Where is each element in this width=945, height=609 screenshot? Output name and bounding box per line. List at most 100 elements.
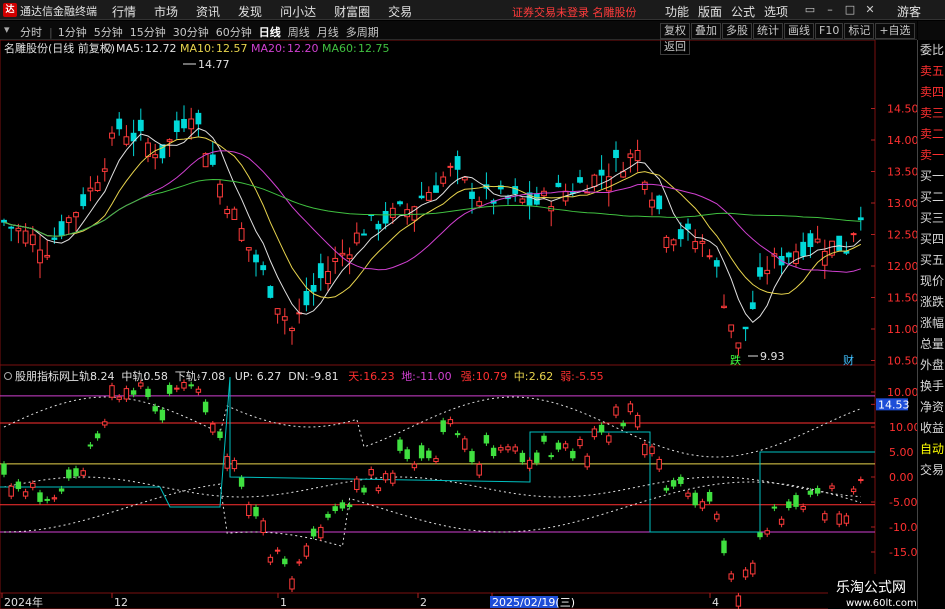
indicator-candle (116, 396, 122, 400)
toolbar-button[interactable]: 叠加 (691, 23, 721, 39)
period-tab[interactable]: 1分钟 (58, 24, 87, 40)
toolbar-button[interactable]: 复权 (660, 23, 690, 39)
sidebar-item[interactable]: 买四 (918, 229, 945, 250)
indicator-candle (440, 420, 446, 433)
indicator-ytick-label: 0.00 (889, 471, 914, 484)
toolbar-button[interactable]: F10 (815, 23, 844, 39)
candle-body (123, 136, 130, 145)
sidebar-item[interactable]: 买三 (918, 208, 945, 229)
menu-item[interactable]: 资讯 (196, 3, 220, 20)
menu-item[interactable]: 市场 (154, 3, 178, 20)
toolbar-button[interactable]: 多股 (722, 23, 752, 39)
sidebar-item[interactable]: 总量 (918, 334, 945, 355)
period-tab[interactable]: 多周期 (346, 24, 379, 40)
restore-icon[interactable]: ▭ (800, 3, 820, 16)
indicator-settings-icon[interactable] (4, 372, 12, 380)
sidebar-item[interactable]: 现价 (918, 271, 945, 292)
candle-body (87, 187, 94, 192)
indicator-ytick-label: 5.00 (889, 446, 914, 459)
indicator-candle (498, 447, 504, 451)
sidebar-item[interactable]: 净资 (918, 397, 945, 418)
sidebar-item[interactable]: 收益 (918, 418, 945, 439)
candle-body (15, 227, 22, 232)
indicator-candle (217, 431, 223, 438)
right-menu-item[interactable]: 版面 (698, 3, 722, 20)
sidebar-item[interactable]: 外盘 (918, 355, 945, 376)
sidebar-item[interactable]: 买一 (918, 166, 945, 187)
candle-body (339, 252, 346, 256)
toolbar-button[interactable]: 画线 (784, 23, 814, 39)
sidebar-item[interactable]: 自动 (918, 439, 945, 460)
candle-body (627, 153, 634, 159)
kline-chart[interactable]: 名雕股份(日线 前复权) MA5: 12.72 MA10: 12.57 MA20: 12.2… (0, 40, 917, 609)
period-tab[interactable]: 分时 (20, 24, 42, 40)
indicator-candle (577, 438, 583, 447)
candle-body (188, 118, 195, 130)
sidebar-item[interactable]: 卖三 (918, 103, 945, 124)
app-logo-icon: 达 (3, 3, 17, 17)
indicator-candle (282, 558, 288, 565)
period-tab[interactable]: 5分钟 (94, 24, 123, 40)
chevron-down-icon[interactable]: ▾ (4, 23, 10, 36)
ytick-label: 13.00 (887, 197, 917, 210)
indicator-label: 强: (461, 370, 476, 383)
toolbar-button[interactable]: 统计 (753, 23, 783, 39)
indicator-candle (750, 562, 756, 575)
period-tab[interactable]: 30分钟 (173, 24, 209, 40)
indicator-candle (800, 506, 806, 510)
right-menu-item[interactable]: 公式 (731, 3, 755, 20)
ytick-label: 13.50 (887, 166, 917, 179)
sidebar-item[interactable]: 涨幅 (918, 313, 945, 334)
indicator-candle (850, 488, 857, 493)
candle-body (217, 183, 223, 198)
minimize-icon[interactable]: – (820, 3, 840, 16)
period-tab[interactable]: 60分钟 (216, 24, 252, 40)
menu-item[interactable]: 交易 (388, 3, 412, 20)
indicator-candle (332, 506, 338, 512)
candle-body (325, 271, 331, 285)
toolbar-button[interactable]: 标记 (844, 23, 875, 39)
sidebar-item[interactable]: 涨跌 (918, 292, 945, 313)
sidebar-item[interactable]: 卖一 (918, 145, 945, 166)
period-tab[interactable]: 日线 (259, 24, 281, 40)
candle-body (1, 219, 7, 223)
candle-body (476, 201, 483, 207)
toolbar-button[interactable]: +自选 (875, 23, 915, 39)
indicator-candle (822, 513, 828, 521)
candle-body (440, 176, 447, 184)
indicator-candle (210, 423, 216, 433)
indicator-candle (246, 504, 252, 516)
indicator-candle (519, 452, 526, 463)
ma-label: MA20: (251, 42, 286, 55)
period-tab[interactable]: 周线 (288, 24, 310, 40)
event-mark-fall: 跌 (730, 353, 741, 367)
sidebar-item[interactable]: 委比 (918, 40, 945, 61)
menu-item[interactable]: 发现 (238, 3, 262, 20)
sidebar-item[interactable]: 卖五 (918, 61, 945, 82)
sidebar-item[interactable]: 交易 (918, 460, 945, 481)
indicator-candle (512, 446, 518, 452)
maximize-icon[interactable]: □ (840, 3, 860, 16)
indicator-candle (670, 480, 677, 487)
candle-body (764, 269, 771, 275)
sidebar-item[interactable]: 买五 (918, 250, 945, 271)
period-tab[interactable]: 月线 (317, 24, 339, 40)
sidebar-item[interactable]: 卖四 (918, 82, 945, 103)
indicator-label: UP: (235, 370, 253, 383)
right-menu-item[interactable]: 功能 (665, 3, 689, 20)
candle-body (209, 154, 216, 165)
right-menu-item[interactable]: 选项 (764, 3, 788, 20)
indicator-candle (483, 435, 490, 444)
guest-label[interactable]: 游客 (897, 3, 921, 20)
menu-item[interactable]: 财富圈 (334, 3, 370, 20)
close-icon[interactable]: ✕ (860, 3, 880, 16)
indicator-ytick-label: 14.53 (878, 398, 910, 411)
period-tab[interactable]: 15分钟 (130, 24, 166, 40)
menu-item[interactable]: 问小达 (280, 3, 316, 20)
indicator-candle (656, 458, 662, 470)
login-notice[interactable]: 证券交易未登录 名雕股份 (512, 4, 637, 20)
sidebar-item[interactable]: 买二 (918, 187, 945, 208)
menu-item[interactable]: 行情 (112, 3, 136, 20)
sidebar-item[interactable]: 换手 (918, 376, 945, 397)
sidebar-item[interactable]: 卖二 (918, 124, 945, 145)
